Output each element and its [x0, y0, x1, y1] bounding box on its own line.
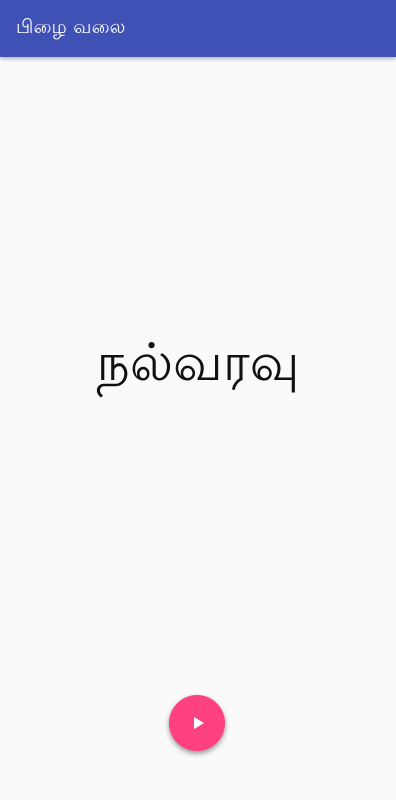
main-content: நல்வரவு [0, 57, 396, 800]
app-bar: பிழை வலை [0, 0, 396, 57]
welcome-text: நல்வரவு [96, 333, 300, 393]
app-title: பிழை வலை [16, 16, 126, 38]
app-screen: பிழை வலை நல்வரவு [0, 0, 396, 800]
play-button[interactable] [169, 695, 225, 751]
play-icon [193, 717, 204, 729]
